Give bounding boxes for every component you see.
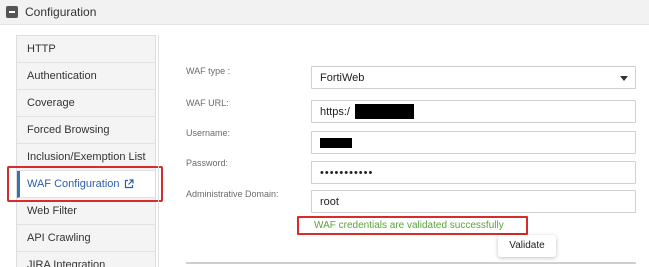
waf-url-label: WAF URL: [186, 98, 229, 108]
sidebar-item-label: Inclusion/Exemption List [27, 151, 146, 163]
sidebar-item-label: HTTP [27, 43, 56, 55]
external-link-icon[interactable] [124, 179, 134, 189]
sidebar-item-label: Web Filter [27, 205, 77, 217]
validate-button[interactable]: Validate [498, 235, 556, 257]
bottom-divider [186, 262, 636, 264]
sidebar-item-jira-integration[interactable]: JIRA Integration [17, 252, 155, 267]
redaction-block [320, 138, 352, 148]
sidebar-item-inclusion-exemption-list[interactable]: Inclusion/Exemption List [17, 144, 155, 171]
sidebar-item-label: JIRA Integration [27, 259, 106, 267]
waf-url-input[interactable]: https:/ [311, 100, 636, 123]
configuration-title: Configuration [25, 5, 97, 19]
sidebar-item-coverage[interactable]: Coverage [17, 90, 155, 117]
minus-square-icon[interactable] [6, 6, 18, 18]
waf-type-select[interactable]: FortiWeb [311, 66, 636, 89]
password-input[interactable]: ••••••••••• [311, 161, 636, 184]
settings-sidebar: HTTP Authentication Coverage Forced Brow… [16, 35, 156, 267]
administrative-domain-label: Administrative Domain: [186, 189, 279, 199]
username-label: Username: [186, 128, 231, 138]
configuration-page: Configuration HTTP Authentication Covera… [0, 0, 649, 267]
sidebar-item-label: Coverage [27, 97, 75, 109]
configuration-header[interactable]: Configuration [0, 0, 649, 25]
redaction-block [355, 104, 414, 119]
waf-url-value: https:/ [320, 106, 350, 118]
sidebar-item-web-filter[interactable]: Web Filter [17, 198, 155, 225]
sidebar-item-label: Forced Browsing [27, 124, 110, 136]
chevron-down-icon [620, 76, 628, 81]
sidebar-item-http[interactable]: HTTP [17, 36, 155, 63]
panel-divider [158, 35, 159, 267]
administrative-domain-input[interactable]: root [311, 190, 636, 213]
username-input[interactable] [311, 131, 636, 154]
sidebar-item-label: Authentication [27, 70, 97, 82]
validation-success-message: WAF credentials are validated successful… [314, 220, 504, 231]
sidebar-item-label: API Crawling [27, 232, 91, 244]
waf-type-value: FortiWeb [320, 72, 365, 84]
sidebar-item-authentication[interactable]: Authentication [17, 63, 155, 90]
password-value: ••••••••••• [320, 167, 374, 179]
password-label: Password: [186, 158, 229, 168]
sidebar-item-forced-browsing[interactable]: Forced Browsing [17, 117, 155, 144]
waf-type-label: WAF type : [186, 66, 231, 76]
validation-success-highlight: WAF credentials are validated successful… [297, 216, 528, 235]
administrative-domain-value: root [320, 196, 339, 208]
sidebar-item-label: WAF Configuration [27, 178, 120, 190]
sidebar-item-waf-configuration[interactable]: WAF Configuration [17, 171, 155, 198]
sidebar-item-api-crawling[interactable]: API Crawling [17, 225, 155, 252]
